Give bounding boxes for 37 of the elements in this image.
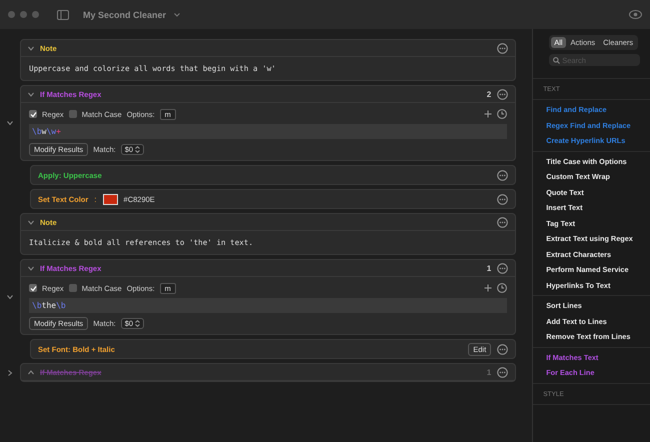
more-icon[interactable]: [497, 170, 508, 180]
window-title[interactable]: My Second Cleaner: [83, 10, 166, 20]
more-icon[interactable]: [497, 42, 508, 54]
caret-icon[interactable]: [174, 12, 180, 16]
eye-icon[interactable]: [629, 10, 642, 19]
chevron-icon[interactable]: [28, 266, 34, 270]
color-swatch[interactable]: [102, 194, 118, 204]
regex-field[interactable]: \bthe\b: [29, 298, 508, 313]
match-count: 1: [486, 368, 492, 376]
match-case-checkbox[interactable]: [68, 110, 77, 118]
stepper-arrows-icon[interactable]: [135, 146, 140, 152]
plus-icon[interactable]: [484, 284, 492, 292]
more-icon[interactable]: [497, 262, 508, 274]
more-icon[interactable]: [497, 366, 508, 378]
match-count: 1: [486, 264, 492, 272]
chevron-icon[interactable]: [28, 370, 34, 374]
match-count: 2: [486, 90, 492, 98]
regex-field[interactable]: \bw\w+: [29, 124, 508, 139]
regex-checkbox[interactable]: [29, 284, 37, 292]
chevron-icon[interactable]: [28, 46, 34, 50]
chevron-icon[interactable]: [28, 220, 34, 224]
more-icon[interactable]: [497, 216, 508, 228]
regex-checkbox[interactable]: [29, 110, 37, 118]
search-icon: [553, 56, 560, 64]
sidebar-toggle-icon[interactable]: [57, 10, 69, 20]
disclosure-icon[interactable]: [7, 120, 13, 126]
clock-icon[interactable]: [497, 109, 508, 119]
plus-icon[interactable]: [484, 110, 492, 118]
more-icon[interactable]: [497, 194, 508, 204]
chevron-icon[interactable]: [28, 92, 34, 96]
separator-text: :: [94, 194, 97, 204]
match-case-checkbox[interactable]: [68, 284, 77, 292]
clock-icon[interactable]: [497, 283, 508, 293]
stepper-arrows-icon[interactable]: [135, 320, 140, 326]
more-icon[interactable]: [497, 344, 508, 354]
disclosure-icon[interactable]: [7, 294, 13, 300]
more-icon[interactable]: [497, 88, 508, 100]
